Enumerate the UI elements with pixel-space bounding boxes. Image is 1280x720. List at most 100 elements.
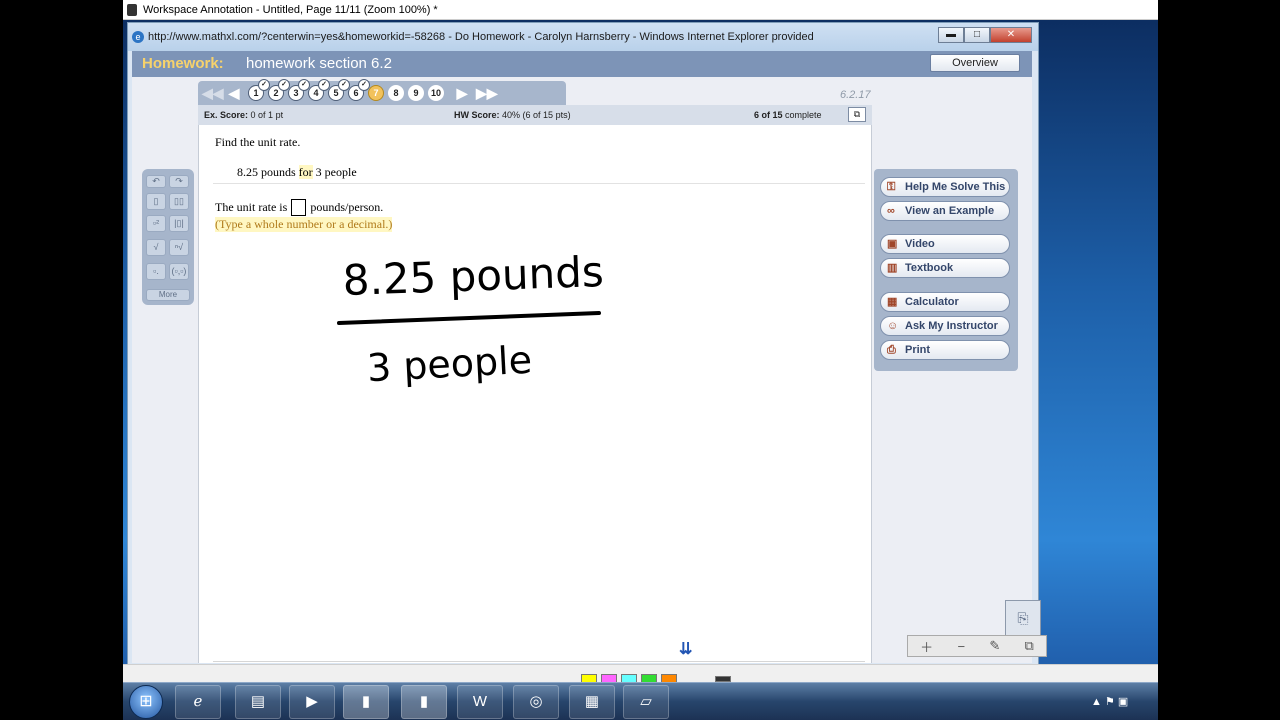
calculator-button[interactable]: ▦ Calculator [880,292,1010,312]
ordered-pair-icon[interactable]: (▫,▫) [169,263,189,280]
copy-icon[interactable]: ⧉ [1025,638,1034,654]
video-button[interactable]: ▣ Video [880,234,1010,254]
completion-status: 6 of 15 complete [754,105,822,125]
homework-label: Homework: [142,55,224,72]
folder-icon[interactable]: ▤ [235,685,281,719]
key-icon: ⚿ [887,181,896,193]
question-8-button[interactable]: 8 [388,85,404,101]
square-root-icon[interactable]: √ [146,239,166,256]
answer-row: The unit rate is pounds/person. [215,199,383,216]
ie-icon: e [132,31,144,43]
calculator-icon[interactable]: ▦ [569,685,615,719]
start-button[interactable]: ⊞ [129,685,163,719]
ask-my-instructor-button[interactable]: ☺ Ask My Instructor [880,316,1010,336]
print-button[interactable]: ⎙ Print [880,340,1010,360]
first-question-button[interactable]: ◀◀ [202,85,224,102]
math-palette: ↶ ↷ ▯ ▯▯ ▫² |▯| √ ⁿ√ ▫. (▫,▫) More [142,169,194,305]
edit-icon[interactable]: ✎ [989,638,1000,654]
view-an-example-button[interactable]: ∞ View an Example [880,201,1010,221]
absolute-value-icon[interactable]: |▯| [169,215,189,232]
textbook-button[interactable]: ▥ Textbook [880,258,1010,278]
given-people: 3 people [315,165,357,179]
given-for: for [298,165,313,179]
decimal-icon[interactable]: ▫. [146,263,166,280]
divider [213,183,865,184]
undo-icon[interactable]: ↶ [146,175,166,188]
annotation-icon[interactable]: ▮ [343,685,389,719]
last-question-button[interactable]: ▶▶ [476,85,498,102]
question-4-button[interactable]: 4 [308,79,330,101]
tool-label: Ask My Instructor [905,320,998,332]
question-1-button[interactable]: 1 [248,79,270,101]
handwritten-annotation: 8.25 pounds 3 people [337,247,605,391]
question-9-button[interactable]: 9 [408,85,424,101]
exercise-score-label: Ex. Score: [204,110,249,120]
system-tray[interactable]: ▲ ⚑ ▣ [1091,695,1128,708]
minus-icon[interactable]: − [957,639,965,654]
question-7-button[interactable]: 7 [368,85,384,101]
answer-input[interactable] [291,199,307,216]
annotation-title-text: Workspace Annotation - Untitled, Page 11… [143,4,438,16]
exercise-score-value: 0 of 1 pt [250,110,284,120]
fraction-bar [337,311,601,325]
media-player-icon[interactable]: ▶ [289,685,335,719]
question-number-list: 12345678910 [248,79,448,101]
more-button[interactable]: More [146,289,190,301]
tool-label: Help Me Solve This [905,181,1006,193]
video-icon: ▣ [887,238,898,250]
exercise-score: Ex. Score: 0 of 1 pt [204,105,283,125]
browser-window: e http://www.mathxl.com/?centerwin=yes&h… [127,22,1039,666]
handwritten-numerator: 8.25 pounds [342,247,605,305]
geogebra-icon[interactable]: ◎ [513,685,559,719]
previous-question-button[interactable]: ◀ [225,85,243,102]
tools-panel: ⚿ Help Me Solve This ∞ View an Example ▣ Vide… [874,169,1018,371]
scroll-down-icon[interactable]: ⇊ [679,639,692,659]
completion-text: complete [785,110,822,120]
tool-label: Calculator [905,296,959,308]
nth-root-icon[interactable]: ⁿ√ [169,239,189,256]
mixed-number-icon[interactable]: ▯▯ [169,193,189,210]
next-question-button[interactable]: ▶ [453,85,471,102]
minimize-button[interactable]: ▬ [938,27,964,43]
fraction-icon[interactable]: ▯ [146,193,166,210]
question-given: 8.25 pounds for 3 people [237,165,357,180]
question-2-button[interactable]: 2 [268,79,290,101]
answer-suffix: pounds/person. [310,200,384,214]
desktop: Workspace Annotation - Untitled, Page 11… [123,0,1158,720]
maximize-button[interactable]: □ [964,27,990,43]
overview-button[interactable]: Overview [930,54,1020,72]
tool-label: View an Example [905,205,995,217]
handwritten-denominator: 3 people [366,338,533,391]
question-panel: Find the unit rate. 8.25 pounds for 3 pe… [198,125,872,663]
word-icon[interactable]: W [457,685,503,719]
homework-score-value: 40% (6 of 15 pts) [502,110,571,120]
binoculars-icon: ∞ [887,205,895,217]
browser-title-text: http://www.mathxl.com/?centerwin=yes&hom… [148,31,814,43]
completion-count: 6 of 15 [754,110,783,120]
tool-label: Video [905,238,935,250]
bottom-divider [213,661,865,662]
tool-label: Print [905,344,931,356]
book-icon: ▥ [887,262,898,274]
notes-icon[interactable]: ▱ [623,685,669,719]
question-10-button[interactable]: 10 [428,85,444,101]
plus-icon[interactable]: ＋ [920,637,933,656]
given-amount: 8.25 pounds [237,165,296,179]
annotation-app-icon [127,4,137,16]
annotation-icon[interactable]: ▮ [401,685,447,719]
exponent-icon[interactable]: ▫² [146,215,166,232]
printer-icon: ⎙ [887,344,896,356]
ie-icon[interactable]: ℯ [175,685,221,719]
question-6-button[interactable]: 6 [348,79,370,101]
help-me-solve-this-button[interactable]: ⚿ Help Me Solve This [880,177,1010,197]
page-icon[interactable]: ⎘ [1005,600,1041,636]
close-button[interactable]: ✕ [990,27,1032,43]
homework-score-label: HW Score: [454,110,500,120]
question-navigator: ◀◀ ◀ 12345678910 ▶ ▶▶ [198,79,566,105]
expand-icon[interactable]: ⧉ [848,107,866,122]
browser-title-bar[interactable]: e http://www.mathxl.com/?centerwin=yes&h… [128,23,1038,51]
redo-icon[interactable]: ↷ [169,175,189,188]
question-3-button[interactable]: 3 [288,79,310,101]
question-5-button[interactable]: 5 [328,79,350,101]
question-instruction: Find the unit rate. [215,135,301,149]
